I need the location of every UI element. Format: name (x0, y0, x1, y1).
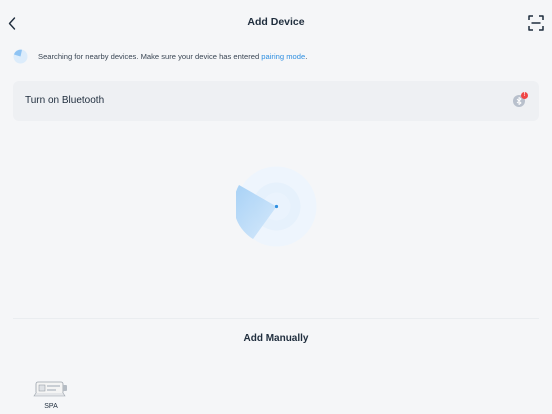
section-divider (13, 318, 539, 319)
scan-button[interactable] (528, 15, 544, 31)
radar-mini-icon (13, 49, 28, 63)
add-manually-heading: Add Manually (243, 333, 309, 344)
header-bar: Add Device (0, 0, 552, 46)
radar-scan-animation (236, 166, 317, 247)
search-status: Searching for nearby devices. Make sure … (13, 48, 307, 64)
pairing-mode-link[interactable]: pairing mode (261, 52, 305, 61)
spa-device-icon (33, 381, 67, 397)
search-message: Searching for nearby devices. Make sure … (38, 52, 307, 61)
device-item-spa[interactable]: SPA (31, 372, 71, 414)
page-title: Add Device (247, 16, 305, 28)
device-label-spa: SPA (44, 403, 58, 410)
bluetooth-card[interactable]: Turn on Bluetooth ! (13, 81, 539, 121)
search-message-text: Searching for nearby devices. Make sure … (38, 51, 262, 61)
search-message-suffix: . (305, 51, 308, 61)
bluetooth-label: Turn on Bluetooth (25, 95, 105, 106)
bluetooth-warning-badge: ! (521, 92, 528, 99)
scan-frame-icon (528, 15, 544, 31)
